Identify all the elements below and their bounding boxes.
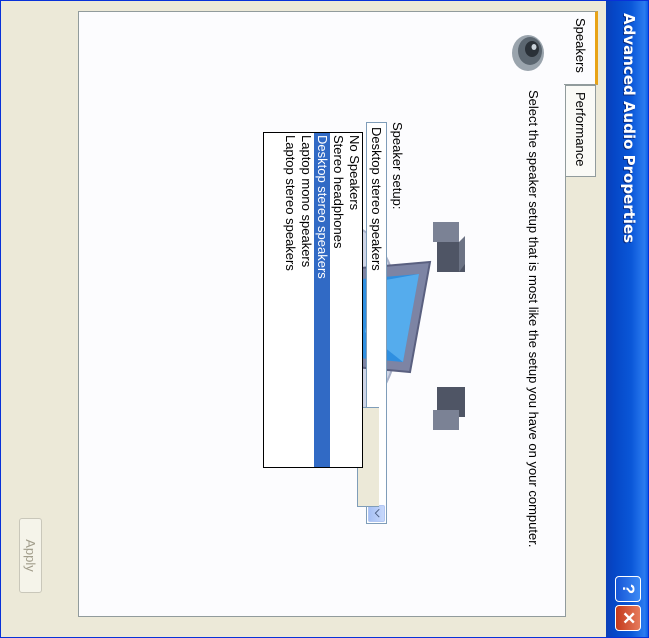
speakers-panel: Select the speaker setup that is most li… bbox=[78, 11, 566, 617]
speaker-setup-options: No Speakers Stereo headphones Desktop st… bbox=[263, 132, 363, 468]
close-button[interactable]: ✕ bbox=[615, 605, 641, 631]
option-laptop-mono-speakers[interactable]: Laptop mono speakers bbox=[298, 133, 314, 467]
apply-button[interactable]: Apply bbox=[19, 518, 42, 593]
chevron-down-icon: ⌵ bbox=[372, 509, 384, 518]
tab-performance[interactable]: Performance bbox=[566, 85, 596, 177]
dropdown-arrow-button[interactable]: ⌵ bbox=[368, 505, 385, 522]
option-stereo-headphones[interactable]: Stereo headphones bbox=[330, 133, 346, 467]
option-desktop-stereo-speakers[interactable]: Desktop stereo speakers bbox=[314, 133, 330, 467]
title-bar[interactable]: Advanced Audio Properties ? ✕ bbox=[606, 1, 648, 637]
help-icon: ? bbox=[619, 583, 638, 595]
help-button[interactable]: ? bbox=[615, 576, 641, 602]
tab-speakers[interactable]: Speakers bbox=[564, 11, 598, 85]
tab-speakers-label: Speakers bbox=[573, 18, 588, 73]
tab-performance-label: Performance bbox=[573, 92, 588, 167]
close-icon: ✕ bbox=[619, 610, 638, 626]
option-no-speakers[interactable]: No Speakers bbox=[346, 133, 362, 467]
intro-text: Select the speaker setup that is most li… bbox=[526, 90, 541, 548]
advanced-audio-properties-dialog: Advanced Audio Properties ? ✕ Speakers P… bbox=[0, 0, 649, 638]
speaker-setup-label: Speaker setup: bbox=[390, 122, 405, 210]
window-title: Advanced Audio Properties bbox=[620, 13, 638, 244]
option-laptop-stereo-speakers[interactable]: Laptop stereo speakers bbox=[282, 133, 298, 467]
speaker-icon bbox=[512, 35, 544, 71]
screen: Advanced Audio Properties ? ✕ Speakers P… bbox=[0, 0, 649, 638]
speaker-setup-value: Desktop stereo speakers bbox=[369, 127, 384, 271]
